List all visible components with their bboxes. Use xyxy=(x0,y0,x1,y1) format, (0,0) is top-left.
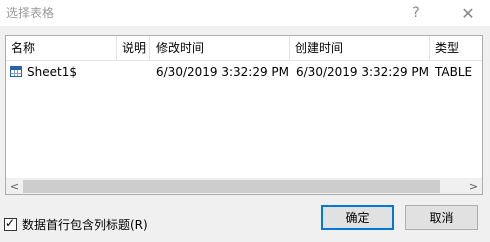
ok-button[interactable]: 确定 xyxy=(321,205,394,230)
table-icon xyxy=(10,66,22,77)
help-button[interactable]: ? xyxy=(396,0,436,26)
column-divider[interactable] xyxy=(149,36,150,60)
close-button[interactable]: ✕ xyxy=(448,0,488,26)
table-list[interactable]: 名称 说明 修改时间 创建时间 类型 Sheet1$ 6/30/2019 3:3… xyxy=(5,35,483,195)
table-row[interactable]: Sheet1$ 6/30/2019 3:32:29 PM 6/30/2019 3… xyxy=(6,62,482,82)
row-created: 6/30/2019 3:32:29 PM xyxy=(296,65,430,79)
list-header: 名称 说明 修改时间 创建时间 类型 xyxy=(6,36,482,61)
row-name: Sheet1$ xyxy=(27,65,77,79)
column-header-name[interactable]: 名称 xyxy=(6,36,116,60)
header-row-option[interactable]: ✓ 数据首行包含列标题(R) xyxy=(4,216,148,232)
cancel-button[interactable]: 取消 xyxy=(405,205,478,230)
window-title: 选择表格 xyxy=(6,6,55,20)
row-type: TABLE xyxy=(435,65,473,79)
header-row-checkbox[interactable]: ✓ xyxy=(4,215,17,231)
column-header-type[interactable]: 类型 xyxy=(430,36,482,60)
scroll-left-icon[interactable]: < xyxy=(6,178,23,194)
scrollbar-thumb[interactable] xyxy=(23,180,440,193)
header-row-label[interactable]: 数据首行包含列标题(R) xyxy=(22,216,148,233)
column-header-modified[interactable]: 修改时间 xyxy=(151,36,291,60)
column-header-created[interactable]: 创建时间 xyxy=(290,36,430,60)
check-icon: ✓ xyxy=(5,215,16,230)
horizontal-scrollbar[interactable]: < > xyxy=(6,178,482,194)
column-header-description[interactable]: 说明 xyxy=(117,36,153,60)
row-modified: 6/30/2019 3:32:29 PM xyxy=(156,65,290,79)
scroll-right-icon[interactable]: > xyxy=(465,178,482,194)
title-bar: 选择表格 ? ✕ xyxy=(0,0,490,26)
